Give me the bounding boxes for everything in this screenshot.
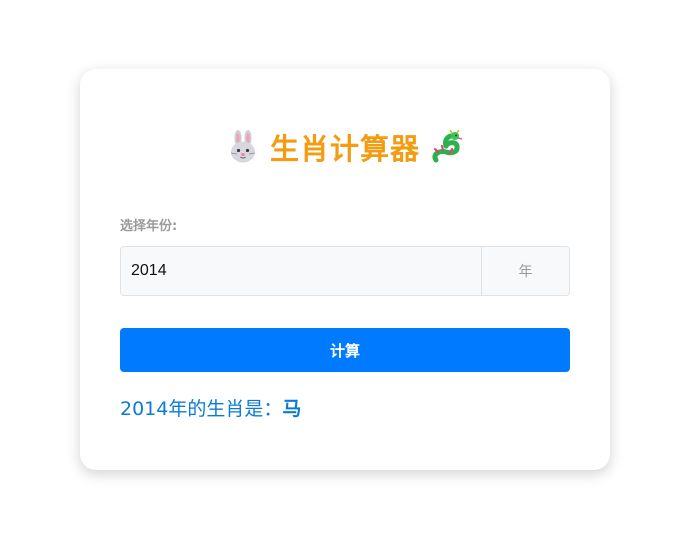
result-zodiac: 马 [282,398,302,420]
title-row: 生肖计算器 [80,125,610,169]
page-title: 生肖计算器 [269,132,420,166]
result-text: 2014年的生肖是：马 [120,394,301,421]
year-input[interactable] [121,247,481,295]
rabbit-face-icon [226,129,260,165]
year-suffix: 年 [481,247,569,295]
year-input-group: 年 [120,246,570,296]
result-prefix: 2014年的生肖是： [120,398,283,420]
year-label: 选择年份: [120,219,178,234]
calculator-card: 生肖计算器 选择年份: 年 计算 2014年的生肖是：马 [80,69,610,470]
dragon-icon [430,129,464,165]
calculate-button[interactable]: 计算 [120,328,570,372]
